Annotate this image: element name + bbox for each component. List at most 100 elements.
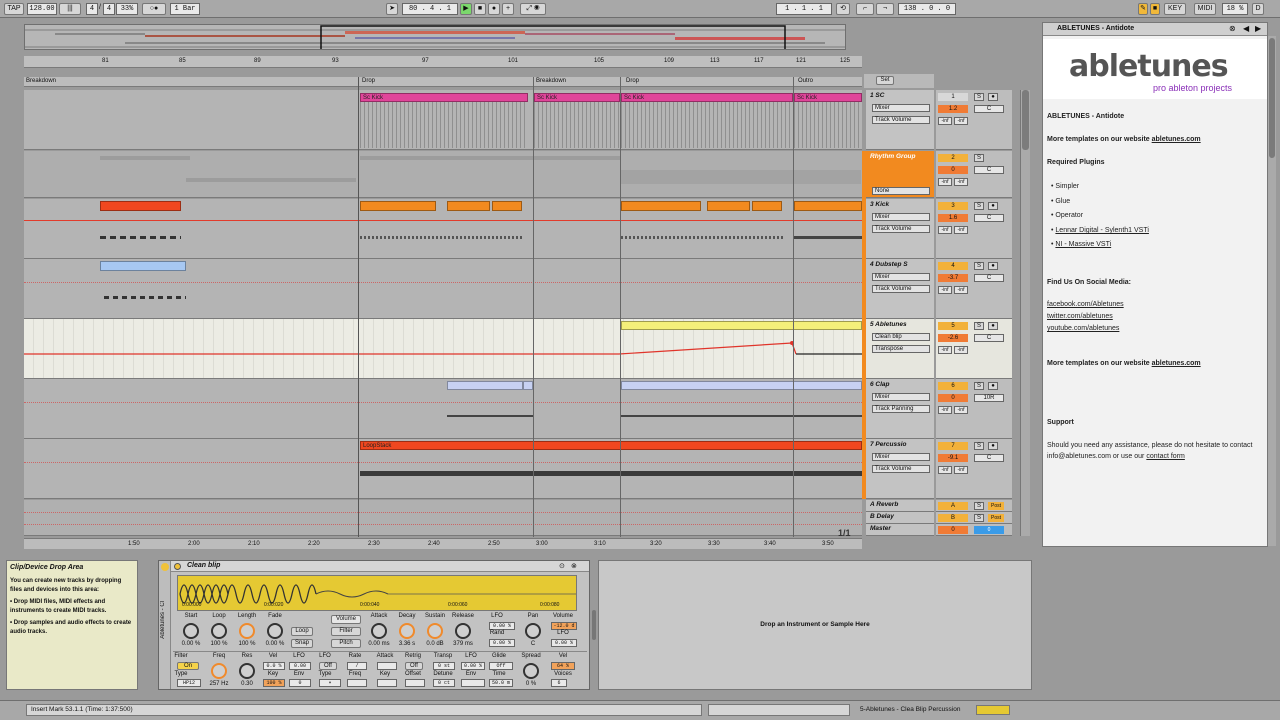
- dubstep-param-chooser[interactable]: Track Volume: [872, 285, 930, 293]
- reverb-post[interactable]: Post: [988, 502, 1004, 510]
- plugin-5-link[interactable]: NI - Massive VSTi: [1055, 241, 1111, 248]
- track-header-sc[interactable]: 1 SC Mixer Track Volume: [866, 90, 934, 150]
- master-name[interactable]: Master: [870, 525, 932, 534]
- automation-arm-button[interactable]: ⤢ ◉: [520, 3, 546, 15]
- kick-param-chooser[interactable]: Track Volume: [872, 225, 930, 233]
- loop-length-field[interactable]: 138 . 0 . 0: [898, 3, 956, 15]
- volume-field[interactable]: -12.0 d: [551, 622, 577, 630]
- abletunes-param-chooser[interactable]: Transpose: [872, 345, 930, 353]
- clip-kick-a[interactable]: [100, 201, 181, 211]
- sample-waveform[interactable]: 0:00:000 0:00:020 0:00:040 0:00:060 0:00…: [177, 575, 577, 611]
- clip-clap-a[interactable]: [447, 381, 523, 390]
- facebook-link[interactable]: facebook.com/Abletunes: [1047, 301, 1124, 308]
- loop-knob[interactable]: [211, 623, 227, 639]
- abletunes-arm[interactable]: ●: [988, 322, 998, 330]
- loop-switch[interactable]: ⟲: [836, 3, 850, 15]
- loop-start-field[interactable]: 1 . 1 . 1: [776, 3, 832, 15]
- clip-clap-b[interactable]: [523, 381, 533, 390]
- device-activator-icon[interactable]: [174, 563, 181, 570]
- delay-post[interactable]: Post: [988, 514, 1004, 522]
- detune-field[interactable]: 0 ct: [433, 679, 455, 687]
- kick-solo[interactable]: S: [974, 202, 984, 210]
- clap-device-chooser[interactable]: Mixer: [872, 393, 930, 401]
- clap-arm[interactable]: ●: [988, 382, 998, 390]
- clip-sc-kick-2[interactable]: Sc Kick: [534, 93, 620, 102]
- arrangement-overview[interactable]: [24, 24, 846, 50]
- clap-pan[interactable]: 10R: [974, 394, 1004, 402]
- clip-clap-c[interactable]: [621, 381, 862, 390]
- key-map-switch[interactable]: ■: [1150, 3, 1160, 15]
- reverb-solo[interactable]: S: [974, 502, 984, 510]
- overdub-button[interactable]: +: [502, 3, 514, 15]
- lfo-freq-field[interactable]: [347, 679, 367, 687]
- plugin-4-link[interactable]: Lennar Digital - Sylenth1 VSTi: [1055, 227, 1149, 234]
- clip-kick-h[interactable]: [794, 201, 862, 211]
- dubstep-arm[interactable]: ●: [988, 262, 998, 270]
- key-button[interactable]: KEY: [1164, 3, 1186, 15]
- vel-field[interactable]: 0.0 %: [263, 662, 285, 670]
- sc-volume[interactable]: 1.2: [938, 105, 968, 113]
- instrument-drop-area[interactable]: Drop an Instrument or Sample Here: [598, 560, 1032, 690]
- abletunes-activator[interactable]: 5: [938, 322, 968, 330]
- kick-arm[interactable]: ●: [988, 202, 998, 210]
- track-name-dubstep[interactable]: 4 Dubstep S: [870, 261, 932, 270]
- sidebar-close-icon[interactable]: ⊗: [1229, 24, 1236, 33]
- clip-sc-kick-4-body[interactable]: [794, 102, 862, 148]
- rhythm-group-chooser[interactable]: None: [872, 187, 930, 195]
- voices-field[interactable]: 6: [551, 679, 567, 687]
- filter-on-button[interactable]: On: [177, 662, 199, 670]
- abletunes-device-chooser[interactable]: Clean blip: [872, 333, 930, 341]
- clip-kick-b[interactable]: [360, 201, 436, 211]
- youtube-link[interactable]: youtube.com/abletunes: [1047, 325, 1119, 332]
- track-name-percussion[interactable]: 7 Percussio: [870, 441, 932, 450]
- punch-out-button[interactable]: ¬: [876, 3, 894, 15]
- clip-sc-kick-3[interactable]: Sc Kick: [621, 93, 793, 102]
- rand-field[interactable]: 0.00 %: [489, 639, 515, 647]
- simpler-device[interactable]: Abletunes - Cl Clean blip ⊙ ⊗ 0:00:000 0…: [158, 560, 590, 690]
- return-name-reverb[interactable]: A Reverb: [870, 501, 932, 510]
- length-knob[interactable]: [239, 623, 255, 639]
- track-header-abletunes[interactable]: 5 Abletunes Clean blip Transpose: [866, 319, 934, 379]
- track-header-percussion[interactable]: 7 Percussio Mixer Track Volume: [866, 439, 934, 499]
- track-header-dubstep[interactable]: 4 Dubstep S Mixer Track Volume: [866, 259, 934, 319]
- delay-activator[interactable]: B: [938, 514, 968, 522]
- device-chain-scroll[interactable]: [592, 610, 596, 640]
- clip-dubstep-a[interactable]: [100, 261, 186, 271]
- retrig-off-button[interactable]: Off: [405, 662, 423, 670]
- dubstep-solo[interactable]: S: [974, 262, 984, 270]
- reverb-activator[interactable]: A: [938, 502, 968, 510]
- dubstep-activator[interactable]: 4: [938, 262, 968, 270]
- master-pan[interactable]: 0: [974, 526, 1004, 534]
- sc-activator[interactable]: 1: [938, 93, 968, 101]
- snap-toggle[interactable]: Snap: [291, 639, 313, 648]
- clip-sc-kick-1-body[interactable]: [360, 102, 528, 148]
- twitter-link[interactable]: twitter.com/abletunes: [1047, 313, 1113, 320]
- clip-kick-g[interactable]: [752, 201, 782, 211]
- kick-pan[interactable]: C: [974, 214, 1004, 222]
- track-header-clap[interactable]: 6 Clap Mixer Track Panning: [866, 379, 934, 439]
- fade-knob[interactable]: [267, 623, 283, 639]
- time-ruler[interactable]: 1:50 2:00 2:10 2:20 2:30 2:40 2:50 3:00 …: [24, 538, 862, 549]
- abletunes-volume[interactable]: -2.6: [938, 334, 968, 342]
- offset-field[interactable]: [405, 679, 425, 687]
- volume-tab[interactable]: Volume: [331, 615, 361, 624]
- sidebar-next-icon[interactable]: ▶: [1255, 24, 1261, 33]
- lfo2-field[interactable]: 0.00 %: [551, 639, 577, 647]
- kick-automation-line[interactable]: [24, 220, 862, 221]
- lfo-field[interactable]: 0.00 %: [489, 622, 515, 630]
- spread-knob[interactable]: [523, 663, 539, 679]
- track-name-sc[interactable]: 1 SC: [870, 92, 932, 101]
- clap-volume[interactable]: 0: [938, 394, 968, 402]
- sidebar-prev-icon[interactable]: ◀: [1243, 24, 1249, 33]
- locator-outro[interactable]: Outro: [798, 78, 813, 84]
- sc-pan[interactable]: C: [974, 105, 1004, 113]
- device-power-icon[interactable]: [161, 563, 169, 571]
- rhythm-group-activator[interactable]: 2: [938, 154, 968, 162]
- clip-kick-c[interactable]: [447, 201, 490, 211]
- loop-toggle[interactable]: Loop: [291, 627, 313, 636]
- signature-numerator[interactable]: 4: [86, 3, 98, 15]
- song-position[interactable]: 80 . 4 . 1: [402, 3, 458, 15]
- kick-volume[interactable]: 1.6: [938, 214, 968, 222]
- lfo-key-field[interactable]: [377, 679, 397, 687]
- clip-kick-e[interactable]: [621, 201, 701, 211]
